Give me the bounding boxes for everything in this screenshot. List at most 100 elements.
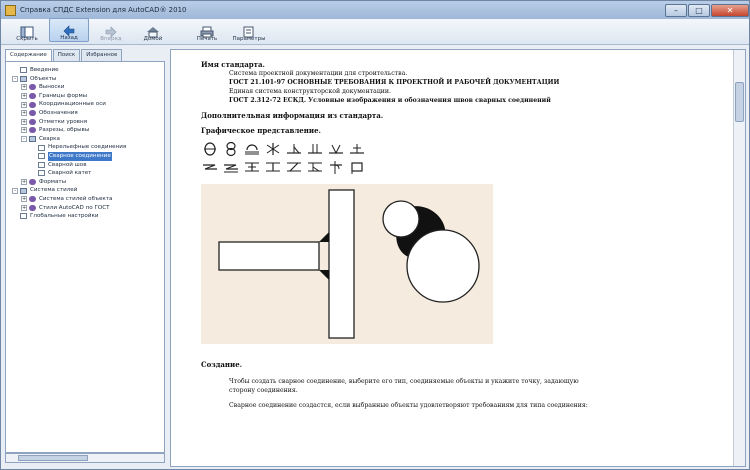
topic-pane: Имя стандарта. Система проектной докумен… [170,49,746,467]
maximize-button[interactable]: □ [688,3,710,17]
collapse-icon[interactable]: - [12,75,18,82]
toolbar-button-hide-pane[interactable]: Скрыть [7,18,47,42]
section-heading-additional: Дополнительная информация из стандарта. [201,111,384,120]
expand-icon[interactable]: + [21,110,27,117]
page-icon [20,213,27,220]
tree-node-label: Сварное соединение [48,151,112,161]
folder-icon [20,187,27,194]
weld-symbol-row [201,140,401,158]
tree-node[interactable]: Глобальные настройки [6,212,164,221]
tree-node[interactable]: Введение [6,66,164,75]
tree-node[interactable]: + Координационные оси [6,100,164,109]
weld-symbols [201,140,401,176]
weld-symbol-icon [308,162,322,172]
tree-node[interactable]: + Система стилей объекта [6,195,164,204]
tab-search[interactable]: Поиск [52,49,81,61]
scrollbar-thumb[interactable] [18,455,88,461]
folder-icon [29,136,36,143]
book-icon [29,84,36,91]
expand-icon[interactable]: + [21,196,27,203]
tree-node[interactable]: + Форматы [6,178,164,187]
title-bar[interactable]: Справка СПДС Extension для AutoCAD® 2010… [1,1,749,19]
expand-icon[interactable]: + [21,118,27,125]
tree-node[interactable]: + Стили AutoCAD по ГОСТ [6,204,164,213]
print-icon [200,23,214,38]
weld-symbol-icon [245,144,259,155]
tree-node-label: Границы формы [39,92,88,99]
tree-node-label: Форматы [39,178,67,185]
collapse-icon[interactable]: - [21,136,27,143]
collapse-icon[interactable]: - [12,187,18,194]
tree-node[interactable]: + Разрезы, обрывы [6,126,164,135]
tab-favorites[interactable]: Избранное [81,49,123,61]
scrollbar-thumb[interactable] [735,82,744,122]
app-icon [5,4,16,16]
page-icon [38,144,45,151]
tree-node[interactable]: + Отметки уровня [6,118,164,127]
page-icon [38,170,45,177]
expand-icon[interactable]: + [21,179,27,186]
weld-symbol-icon [287,162,301,172]
create-paragraph: Чтобы создать сварное соединение, выбери… [229,378,579,385]
book-icon [29,110,36,117]
weld-symbol-icon [266,162,280,172]
weld-symbol-icon [287,144,301,154]
tree-node[interactable]: + Обозначения [6,109,164,118]
book-icon [29,118,36,125]
expand-icon[interactable]: + [21,101,27,108]
tree-node-label: Сварной шов [48,161,87,168]
options-icon [242,23,256,38]
weld-symbol-icon [203,164,217,170]
help-window: Справка СПДС Extension для AutoCAD® 2010… [0,0,750,470]
standard-line: Единая система конструкторской документа… [229,88,392,95]
toolbar-button-back-arrow[interactable]: Назад [49,18,89,42]
toolbar-button-options[interactable]: Параметры [229,18,269,42]
toolbar-button-print[interactable]: Печать [187,18,227,42]
tree-node[interactable]: Сварное соединение [6,151,164,161]
large-tube [406,229,480,303]
navigation-pane: Содержание Поиск Избранное Введение - Объе… [5,49,165,467]
window-title: Справка СПДС Extension для AutoCAD® 2010 [20,6,187,14]
tree-node[interactable]: - Сварка [6,135,164,144]
book-icon [29,101,36,108]
standard-line: ГОСТ 21.101-97 ОСНОВНЫЕ ТРЕБОВАНИЯ К ПРО… [229,79,560,86]
weld-symbol-icon [308,144,322,154]
weld-symbol-icon [245,162,259,172]
toolbar-button-forward-arrow[interactable]: Вперед [91,18,131,42]
expand-icon[interactable]: + [21,204,27,211]
toolbar: Скрыть Назад Вперед Домой Печать Параметры [1,18,749,45]
tree-horizontal-scrollbar[interactable] [5,453,165,463]
tree-node[interactable]: Сварной катет [6,169,164,178]
tree-node[interactable]: - Система стилей [6,186,164,195]
toolbar-button-label: Вперед [100,36,122,42]
standard-line: ГОСТ 2.312-72 ЕСКД. Условные изображения… [229,97,551,104]
tree-node[interactable]: - Объекты [6,75,164,84]
tree-node-label: Глобальные настройки [30,213,99,220]
expand-icon[interactable]: + [21,127,27,134]
back-arrow-icon [62,22,76,37]
tree-node[interactable]: + Границы формы [6,92,164,101]
tree-node-label: Система стилей [30,187,78,194]
contents-tree[interactable]: Введение - Объекты + Выноски + Границы формы + К… [5,61,165,453]
create-paragraph: Сварное соединение создастся, если выбра… [229,402,588,409]
tree-node-label: Обозначения [39,109,78,116]
page-icon [38,161,45,168]
forward-arrow-icon [104,23,118,38]
weld-joint-illustration [201,184,493,344]
topic-content: Имя стандарта. Система проектной докумен… [201,54,721,410]
minimize-button[interactable]: – [665,3,687,17]
tree-node-label: Нерельефные соединения [48,144,127,151]
tree-node-label: Введение [30,67,59,73]
tree-node[interactable]: + Выноски [6,83,164,92]
tree-node[interactable]: Сварной шов [6,161,164,170]
expand-icon[interactable]: + [21,84,27,91]
weld-symbol-icon [224,164,238,173]
toolbar-button-label: Домой [143,36,163,42]
expand-icon[interactable]: + [21,93,27,100]
tree-node[interactable]: Нерельефные соединения [6,143,164,152]
toolbar-button-home[interactable]: Домой [133,18,173,42]
tab-contents[interactable]: Содержание [5,49,52,61]
create-paragraph: сторону соединения. [229,387,298,394]
content-vertical-scrollbar[interactable] [733,50,745,466]
close-button[interactable]: ✕ [711,3,749,17]
